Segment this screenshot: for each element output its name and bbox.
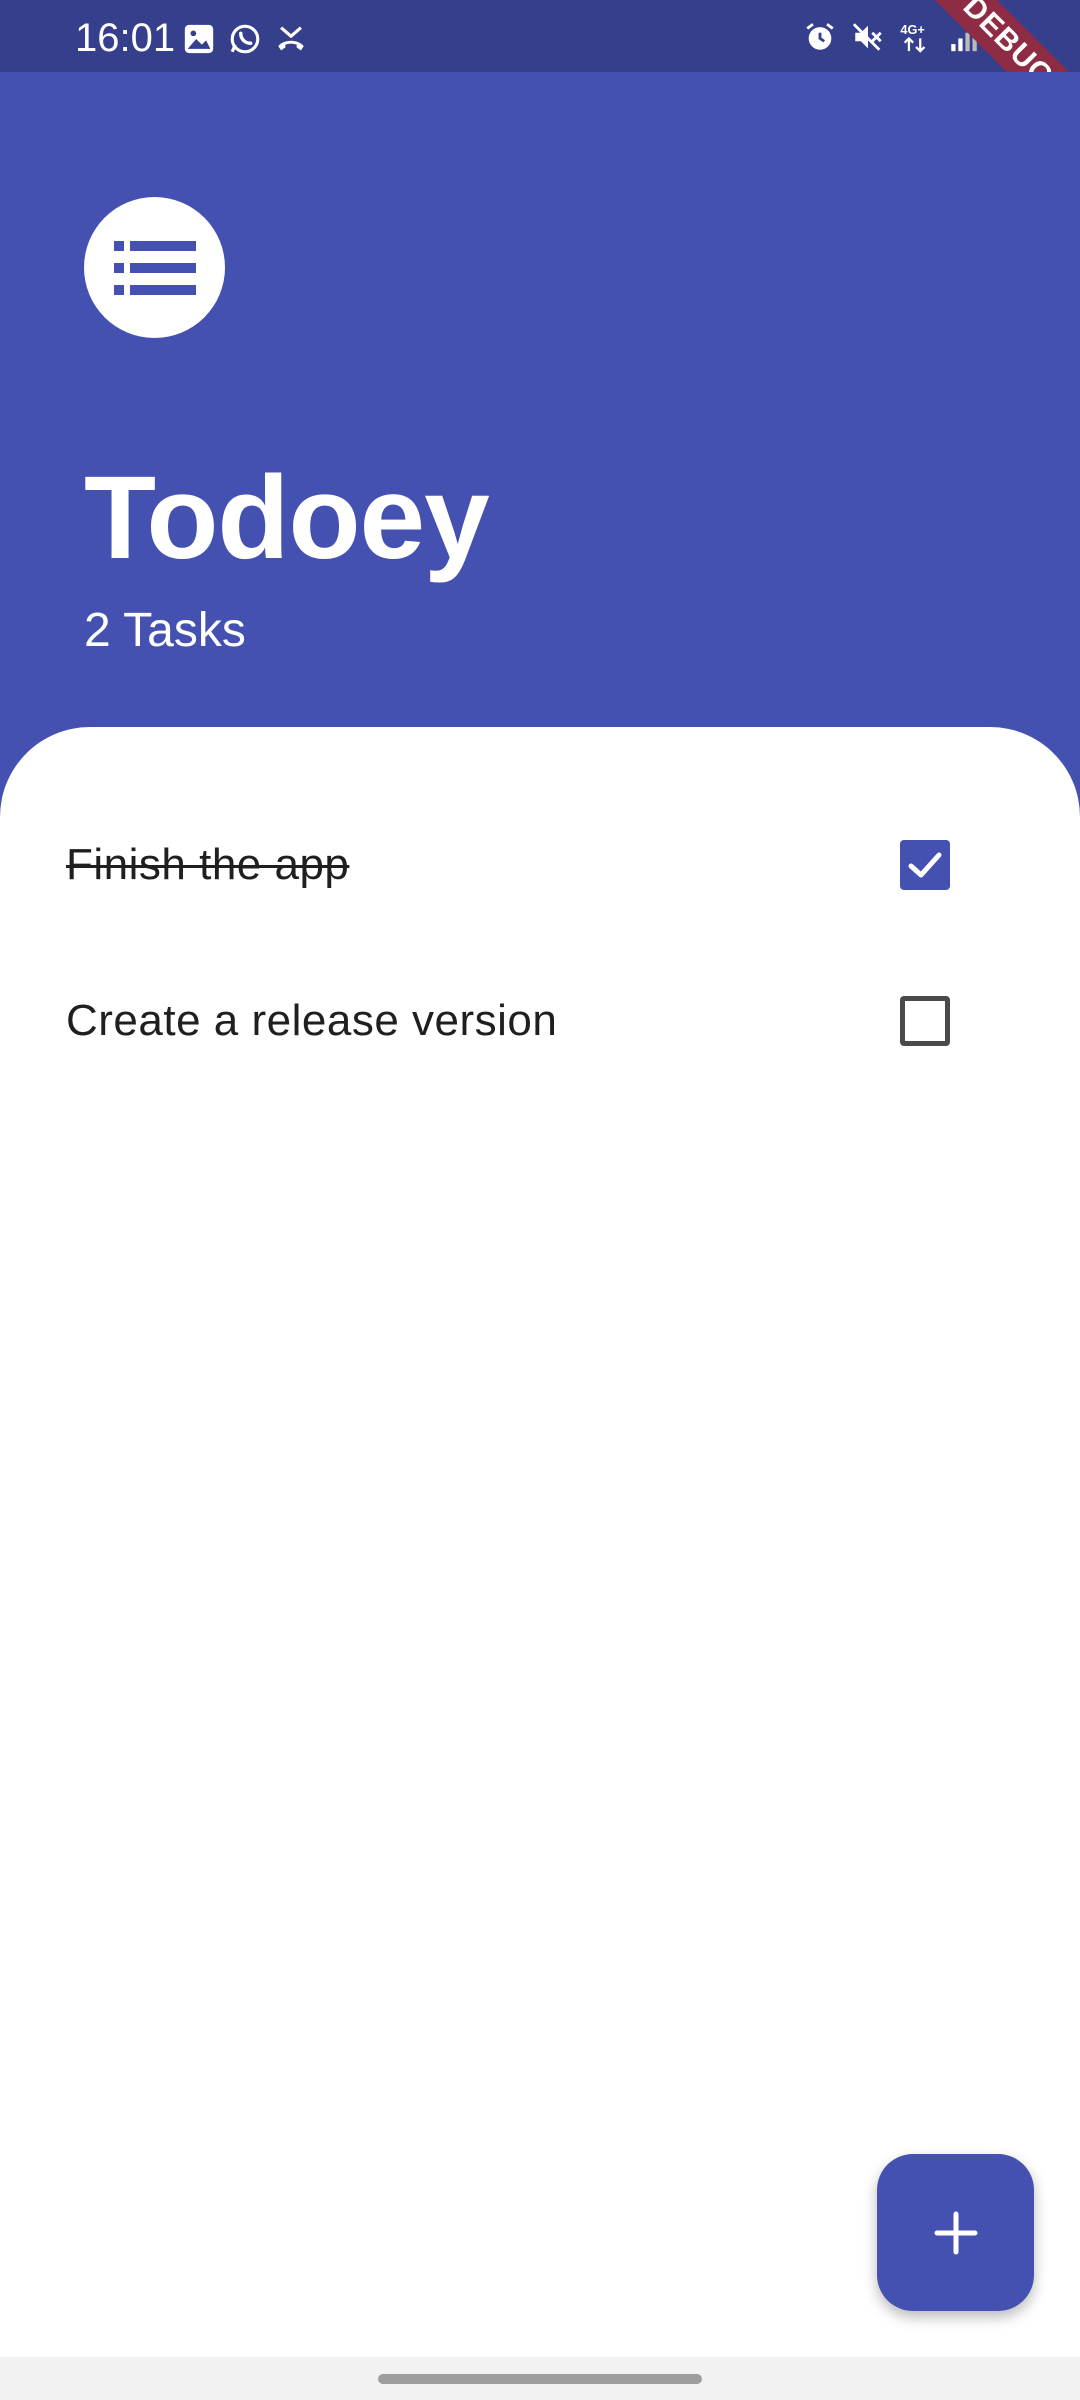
navigation-bar	[0, 2357, 1080, 2400]
list-icon	[113, 240, 196, 295]
task-count: 2 Tasks	[84, 604, 246, 657]
4g-plus-icon: 4G+	[900, 22, 926, 53]
check-icon	[908, 852, 942, 878]
svg-text:4G+: 4G+	[900, 22, 924, 37]
home-indicator[interactable]	[378, 2374, 702, 2384]
app-title: Todoey	[84, 452, 490, 584]
task-checkbox[interactable]	[900, 840, 950, 890]
task-row[interactable]: Create a release version	[0, 958, 1080, 1078]
status-time: 16:01	[75, 16, 176, 60]
missed-call-icon	[278, 26, 304, 51]
task-label: Finish the app	[66, 840, 350, 889]
whatsapp-icon	[230, 24, 260, 54]
gallery-icon	[184, 24, 214, 54]
task-checkbox[interactable]	[900, 996, 950, 1046]
mute-icon	[852, 23, 882, 51]
task-sheet: Finish the app Create a release version	[0, 727, 1080, 2357]
task-row[interactable]: Finish the app	[0, 802, 1080, 922]
task-label: Create a release version	[66, 996, 558, 1045]
status-left-icons	[182, 22, 308, 56]
status-bar: 16:01 4G+	[0, 0, 1080, 72]
logo-circle	[84, 197, 225, 338]
plus-icon	[934, 2211, 977, 2254]
alarm-icon	[806, 23, 834, 50]
add-task-button[interactable]	[877, 2154, 1034, 2311]
